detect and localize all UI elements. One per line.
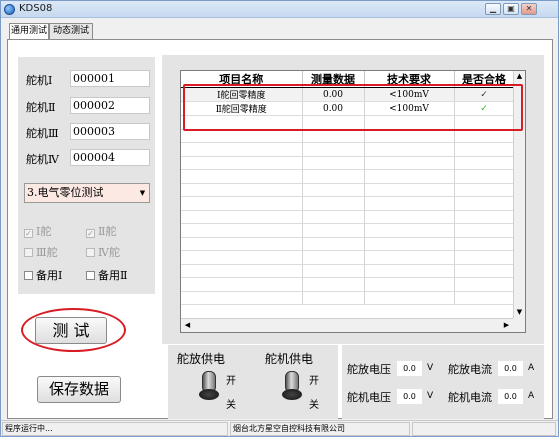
checkbox-rudder-4[interactable]: Ⅳ舵 xyxy=(86,244,120,260)
rudder-4-serial-field[interactable]: 000004 xyxy=(70,149,150,166)
app-icon xyxy=(4,4,15,15)
table-row[interactable] xyxy=(181,250,515,265)
highlight-box xyxy=(183,84,523,131)
table-row[interactable] xyxy=(181,183,515,197)
rudder-3-label: 舵机Ⅲ xyxy=(26,127,59,140)
title-bar[interactable]: KDS08 ▁ ▣ ✕ xyxy=(1,1,558,18)
maximize-button[interactable]: ▣ xyxy=(503,3,519,15)
unit-volt: V xyxy=(427,363,434,373)
status-company: 烟台北方星空自控科技有限公司 xyxy=(230,422,410,436)
rudder-amp-power-switch[interactable] xyxy=(199,371,227,403)
checkbox-spare-2[interactable]: 备用Ⅱ xyxy=(86,267,127,283)
table-row[interactable] xyxy=(181,156,515,170)
switch-off-label: 关 xyxy=(226,400,236,411)
main-window: KDS08 ▁ ▣ ✕ 通用测试 动态测试 舵机Ⅰ 000001 舵机Ⅱ 000… xyxy=(0,0,559,437)
switch-on-label: 开 xyxy=(226,376,236,387)
test-type-select[interactable]: 3.电气零位测试 ▼ xyxy=(24,183,150,203)
status-message: 程序运行中... xyxy=(2,422,228,436)
rudder-1-serial-field[interactable]: 000001 xyxy=(70,70,150,87)
measurements-group: 舵放电压 0.0 V 舵放电流 0.0 A 舵机电压 0.0 V 舵机电流 0.… xyxy=(342,345,544,419)
unit-amp: A xyxy=(528,363,535,373)
table-row[interactable] xyxy=(181,142,515,157)
rudder-3-serial-field[interactable]: 000003 xyxy=(70,123,150,140)
rudder-amp-current-value: 0.0 xyxy=(498,361,523,376)
checkbox-icon xyxy=(24,271,33,280)
checkbox-icon xyxy=(86,248,95,257)
window-title: KDS08 xyxy=(19,3,53,14)
table-row[interactable] xyxy=(181,129,515,143)
rudder-settings-group: 舵机Ⅰ 000001 舵机Ⅱ 000002 舵机Ⅲ 000003 舵机Ⅳ 000… xyxy=(18,57,155,294)
checkbox-icon xyxy=(24,248,33,257)
rudder-amp-voltage-label: 舵放电压 xyxy=(347,363,391,376)
checkbox-icon xyxy=(86,271,95,280)
switch-off-label: 关 xyxy=(309,400,319,411)
results-table-group: 项目名称 测量数据 技术要求 是否合格 Ⅰ舵回零精度 0.00 <100mV ✓ xyxy=(162,55,544,344)
scroll-right-icon[interactable]: ▶ xyxy=(501,320,512,331)
rudder-amp-voltage-value: 0.0 xyxy=(397,361,422,376)
table-row[interactable] xyxy=(181,237,515,251)
switch-on-label: 开 xyxy=(309,376,319,387)
chevron-down-icon[interactable]: ▼ xyxy=(137,185,148,201)
table-row[interactable] xyxy=(181,291,515,305)
table-row[interactable] xyxy=(181,264,515,278)
rudder-2-serial-field[interactable]: 000002 xyxy=(70,97,150,114)
minimize-button[interactable]: ▁ xyxy=(485,3,501,15)
table-row[interactable] xyxy=(181,169,515,184)
status-bar: 程序运行中... 烟台北方星空自控科技有限公司 xyxy=(1,420,558,436)
tab-dynamic-test[interactable]: 动态测试 xyxy=(49,23,93,40)
table-row[interactable] xyxy=(181,210,515,224)
rudder-motor-power-switch[interactable] xyxy=(282,371,310,403)
table-row[interactable] xyxy=(181,277,515,292)
table-row[interactable] xyxy=(181,196,515,211)
rudder-motor-voltage-label: 舵机电压 xyxy=(347,391,391,404)
rudder-1-label: 舵机Ⅰ xyxy=(26,74,53,87)
status-pane-empty xyxy=(412,422,556,436)
rudder-motor-current-value: 0.0 xyxy=(498,389,523,404)
rudder-motor-power-label: 舵机供电 xyxy=(265,352,314,366)
tab-panel-general: 舵机Ⅰ 000001 舵机Ⅱ 000002 舵机Ⅲ 000003 舵机Ⅳ 000… xyxy=(7,39,553,419)
checkbox-spare-1[interactable]: 备用Ⅰ xyxy=(24,267,62,283)
checkbox-checked-icon: ✓ xyxy=(24,229,33,238)
checkbox-checked-icon: ✓ xyxy=(86,229,95,238)
close-button[interactable]: ✕ xyxy=(521,3,537,15)
table-row[interactable] xyxy=(181,223,515,238)
rudder-motor-current-label: 舵机电流 xyxy=(448,391,492,404)
scroll-down-icon[interactable]: ▼ xyxy=(514,307,525,318)
rudder-2-label: 舵机Ⅱ xyxy=(26,101,56,114)
scrollbar-corner xyxy=(513,318,525,332)
scroll-up-icon[interactable]: ▲ xyxy=(514,71,525,82)
rudder-amp-current-label: 舵放电流 xyxy=(448,363,492,376)
checkbox-rudder-1[interactable]: ✓ Ⅰ舵 xyxy=(24,223,51,239)
scroll-left-icon[interactable]: ◀ xyxy=(182,320,193,331)
rudder-4-label: 舵机Ⅳ xyxy=(26,153,59,166)
rudder-motor-voltage-value: 0.0 xyxy=(397,389,422,404)
unit-volt: V xyxy=(427,391,434,401)
checkbox-rudder-2[interactable]: ✓ Ⅱ舵 xyxy=(86,223,116,239)
unit-amp: A xyxy=(528,391,535,401)
save-data-button[interactable]: 保存数据 xyxy=(37,376,121,403)
highlight-ellipse xyxy=(21,308,126,352)
horizontal-scrollbar[interactable]: ◀ ▶ xyxy=(181,318,513,332)
test-type-value: 3.电气零位测试 xyxy=(27,186,104,199)
checkbox-rudder-3[interactable]: Ⅲ舵 xyxy=(24,244,58,260)
rudder-amp-power-label: 舵放供电 xyxy=(177,352,226,366)
power-supply-group: 舵放供电 舵机供电 开 关 开 关 xyxy=(168,345,338,419)
